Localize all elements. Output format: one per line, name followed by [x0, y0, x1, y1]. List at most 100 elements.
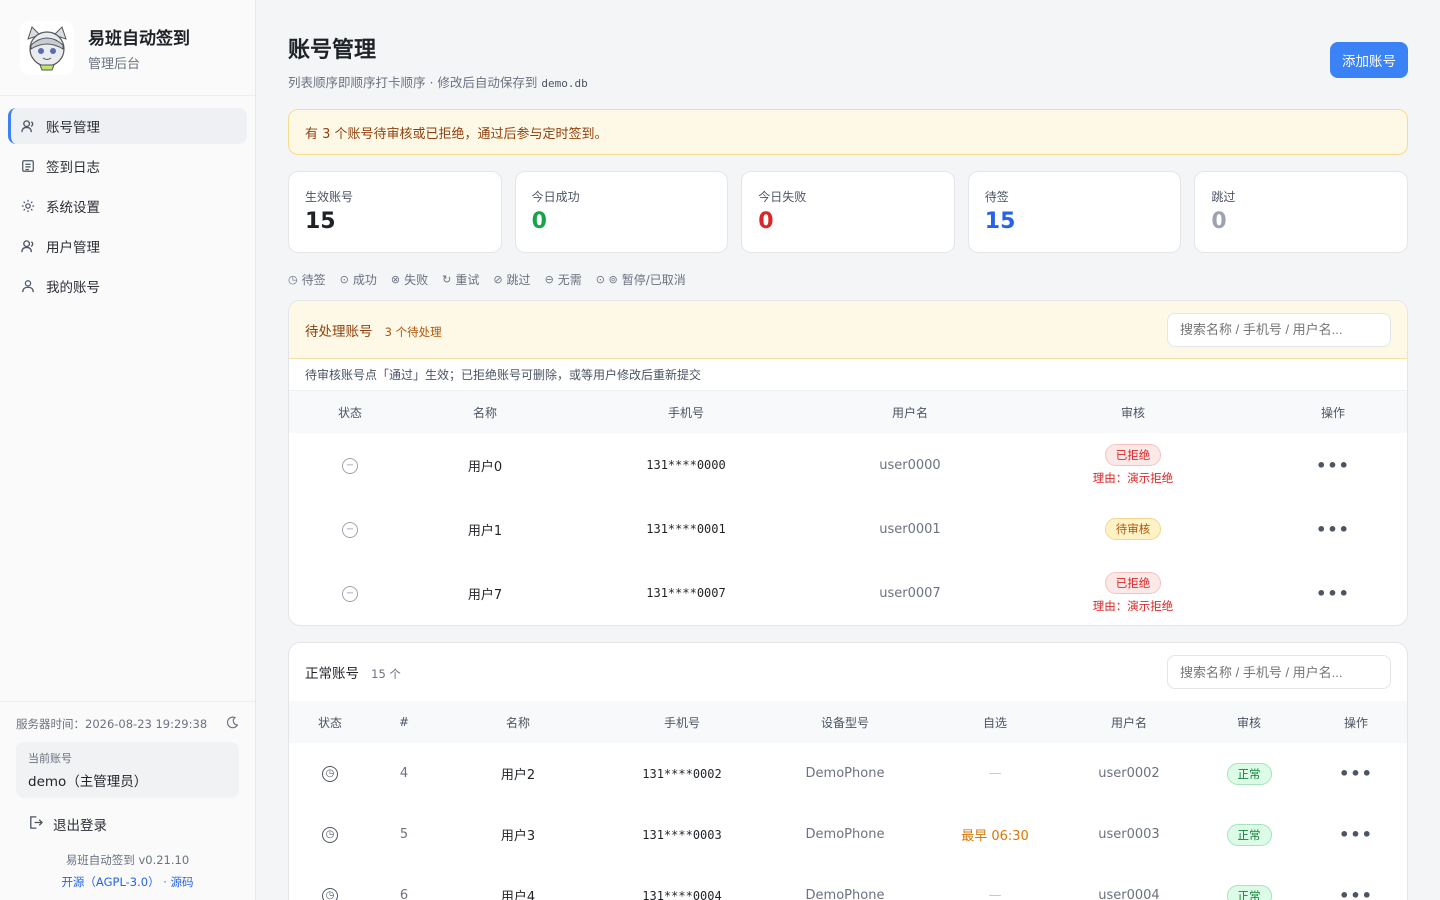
more-actions-icon[interactable]: •••	[1316, 520, 1350, 539]
stat-skipped: 跳过 0	[1194, 171, 1408, 253]
current-account-box: 当前账号 demo（主管理员）	[16, 742, 239, 798]
user-icon	[20, 278, 36, 294]
normal-card-title: 正常账号	[305, 666, 359, 682]
pending-table: 状态 名称 手机号 用户名 审核 操作 − 用户0 131****0000 us…	[289, 391, 1407, 625]
stat-label: 今日失败	[758, 190, 807, 204]
stat-label: 待签	[984, 190, 1009, 204]
legend-icon: ↻	[442, 273, 452, 286]
legend-label: 无需	[557, 273, 582, 287]
stat-value: 0	[531, 209, 547, 234]
normal-table: 状态 # 名称 手机号 设备型号 自选 用户名 审核 操作 ◷ 4 用户2 13…	[289, 701, 1407, 900]
sidebar-item-logs[interactable]: 签到日志	[8, 148, 247, 184]
col-phone: 手机号	[559, 391, 813, 433]
col-username: 用户名	[813, 391, 1007, 433]
status-legend: ◷ 待签 ⊙ 成功 ⊗ 失败 ↻ 重试 ⊘ 跳过 ⊖ 无需 ⊙ ⊚ 暂停/已取消	[288, 271, 1408, 288]
table-row: ◷ 6 用户4 131****0004 DemoPhone — user0004…	[289, 865, 1407, 900]
page-title: 账号管理	[288, 38, 377, 63]
cell-device: DemoPhone	[805, 888, 885, 900]
cell-username: user0000	[879, 457, 941, 473]
review-badge: 正常	[1226, 884, 1272, 900]
log-icon	[20, 158, 36, 174]
sidebar-nav: 账号管理 签到日志 系统设置 用户管理 我的账号	[0, 96, 255, 320]
table-row: − 用户7 131****0007 user0007 已拒绝 理由：演示拒绝 ••…	[289, 561, 1407, 625]
legend-label: 跳过	[506, 273, 531, 287]
page-subtitle: 列表顺序即顺序打卡顺序 · 修改后自动保存到 demo.db	[288, 72, 588, 91]
status-none-icon: −	[342, 457, 358, 474]
normal-accounts-card: 正常账号 15 个 状态 # 名称 手机号 设备型号 自选 用户名 审核	[288, 642, 1408, 900]
review-badge: 已拒绝	[1104, 444, 1162, 466]
users-icon	[20, 238, 36, 254]
sidebar-item-users[interactable]: 用户管理	[8, 228, 247, 264]
cell-pick: 最早 06:30	[961, 829, 1029, 844]
stat-active: 生效账号 15	[288, 171, 502, 253]
normal-search-input[interactable]	[1167, 655, 1391, 689]
license-link[interactable]: 开源（AGPL-3.0）	[61, 875, 159, 889]
cell-username: user0001	[879, 521, 941, 537]
review-badge: 正常	[1226, 823, 1272, 846]
review-badge: 待审核	[1104, 518, 1162, 540]
legend-label: 暂停/已取消	[621, 273, 686, 287]
logout-label: 退出登录	[53, 818, 107, 834]
cell-phone: 131****0003	[642, 827, 722, 842]
more-actions-icon[interactable]: •••	[1316, 456, 1350, 475]
pending-card-title: 待处理账号	[305, 323, 373, 340]
cell-phone: 131****0004	[642, 888, 722, 900]
stat-value: 0	[758, 209, 774, 234]
sidebar-item-accounts[interactable]: 账号管理	[8, 108, 247, 144]
legend-icon: ⊙ ⊚	[595, 273, 618, 286]
logout-icon	[28, 815, 43, 834]
legend-item: ⊖ 无需	[545, 271, 582, 288]
pending-card-header: 待处理账号 3 个待处理	[289, 301, 1407, 359]
moon-icon[interactable]	[226, 716, 239, 732]
cell-name: 用户1	[467, 523, 503, 539]
table-row: ◷ 5 用户3 131****0003 DemoPhone 最早 06:30 u…	[289, 804, 1407, 865]
legend-label: 失败	[404, 273, 429, 287]
app-logo	[20, 20, 74, 75]
legend-item: ⊙ ⊚ 暂停/已取消	[596, 271, 686, 288]
sidebar: 易班自动签到 管理后台 账号管理 签到日志 系统设置 用户管理 我的账号 服务器…	[0, 0, 256, 900]
legend-icon: ⊖	[544, 273, 554, 286]
legend-icon: ⊙	[339, 273, 349, 286]
clock-icon: ◷	[322, 888, 338, 900]
stat-label: 生效账号	[305, 190, 354, 204]
legend-item: ⊙ 成功	[340, 271, 377, 288]
legend-icon: ⊗	[390, 273, 401, 286]
stat-label: 今日成功	[531, 190, 580, 204]
cell-username: user0007	[879, 585, 941, 601]
users-icon	[20, 118, 36, 134]
pending-search-input[interactable]	[1167, 312, 1391, 347]
legend-item: ◷ 待签	[288, 271, 326, 288]
server-time: 服务器时间：2026-08-23 19:29:38	[16, 717, 208, 731]
legend-label: 待签	[301, 273, 326, 287]
status-none-icon: −	[342, 585, 358, 602]
review-badge: 已拒绝	[1104, 572, 1162, 594]
more-actions-icon[interactable]: •••	[1316, 584, 1350, 603]
pending-note: 待审核账号点「通过」生效；已拒绝账号可删除，或等用户修改后重新提交	[289, 359, 1407, 391]
stat-pending: 待签 15	[967, 171, 1182, 253]
more-actions-icon[interactable]: •••	[1339, 764, 1373, 783]
stat-success: 今日成功 0	[514, 171, 729, 253]
add-account-button[interactable]: 添加账号	[1330, 42, 1408, 78]
cell-index: 6	[399, 888, 409, 900]
logout-button[interactable]: 退出登录	[16, 814, 239, 834]
source-link[interactable]: 源码	[171, 875, 194, 889]
clock-icon: ◷	[322, 827, 338, 843]
gear-icon	[20, 198, 36, 214]
more-actions-icon[interactable]: •••	[1339, 886, 1373, 900]
sidebar-item-label: 系统设置	[46, 200, 100, 216]
cell-phone: 131****0000	[646, 458, 726, 472]
sidebar-item-label: 签到日志	[46, 160, 100, 176]
sidebar-item-label: 账号管理	[46, 120, 100, 136]
more-actions-icon[interactable]: •••	[1339, 825, 1373, 844]
brand: 易班自动签到 管理后台	[0, 0, 255, 96]
sidebar-item-settings[interactable]: 系统设置	[8, 188, 247, 224]
sidebar-item-my-account[interactable]: 我的账号	[8, 268, 247, 304]
cell-name: 用户0	[467, 459, 503, 475]
col-review: 审核	[1193, 701, 1305, 743]
cell-name: 用户7	[467, 587, 503, 603]
main-content: 账号管理 列表顺序即顺序打卡顺序 · 修改后自动保存到 demo.db 添加账号…	[256, 0, 1440, 900]
col-review: 审核	[1007, 391, 1259, 433]
normal-card-count: 15 个	[371, 667, 401, 681]
page-subtitle-text: 列表顺序即顺序打卡顺序 · 修改后自动保存到	[288, 75, 538, 90]
cell-phone: 131****0002	[642, 766, 722, 781]
